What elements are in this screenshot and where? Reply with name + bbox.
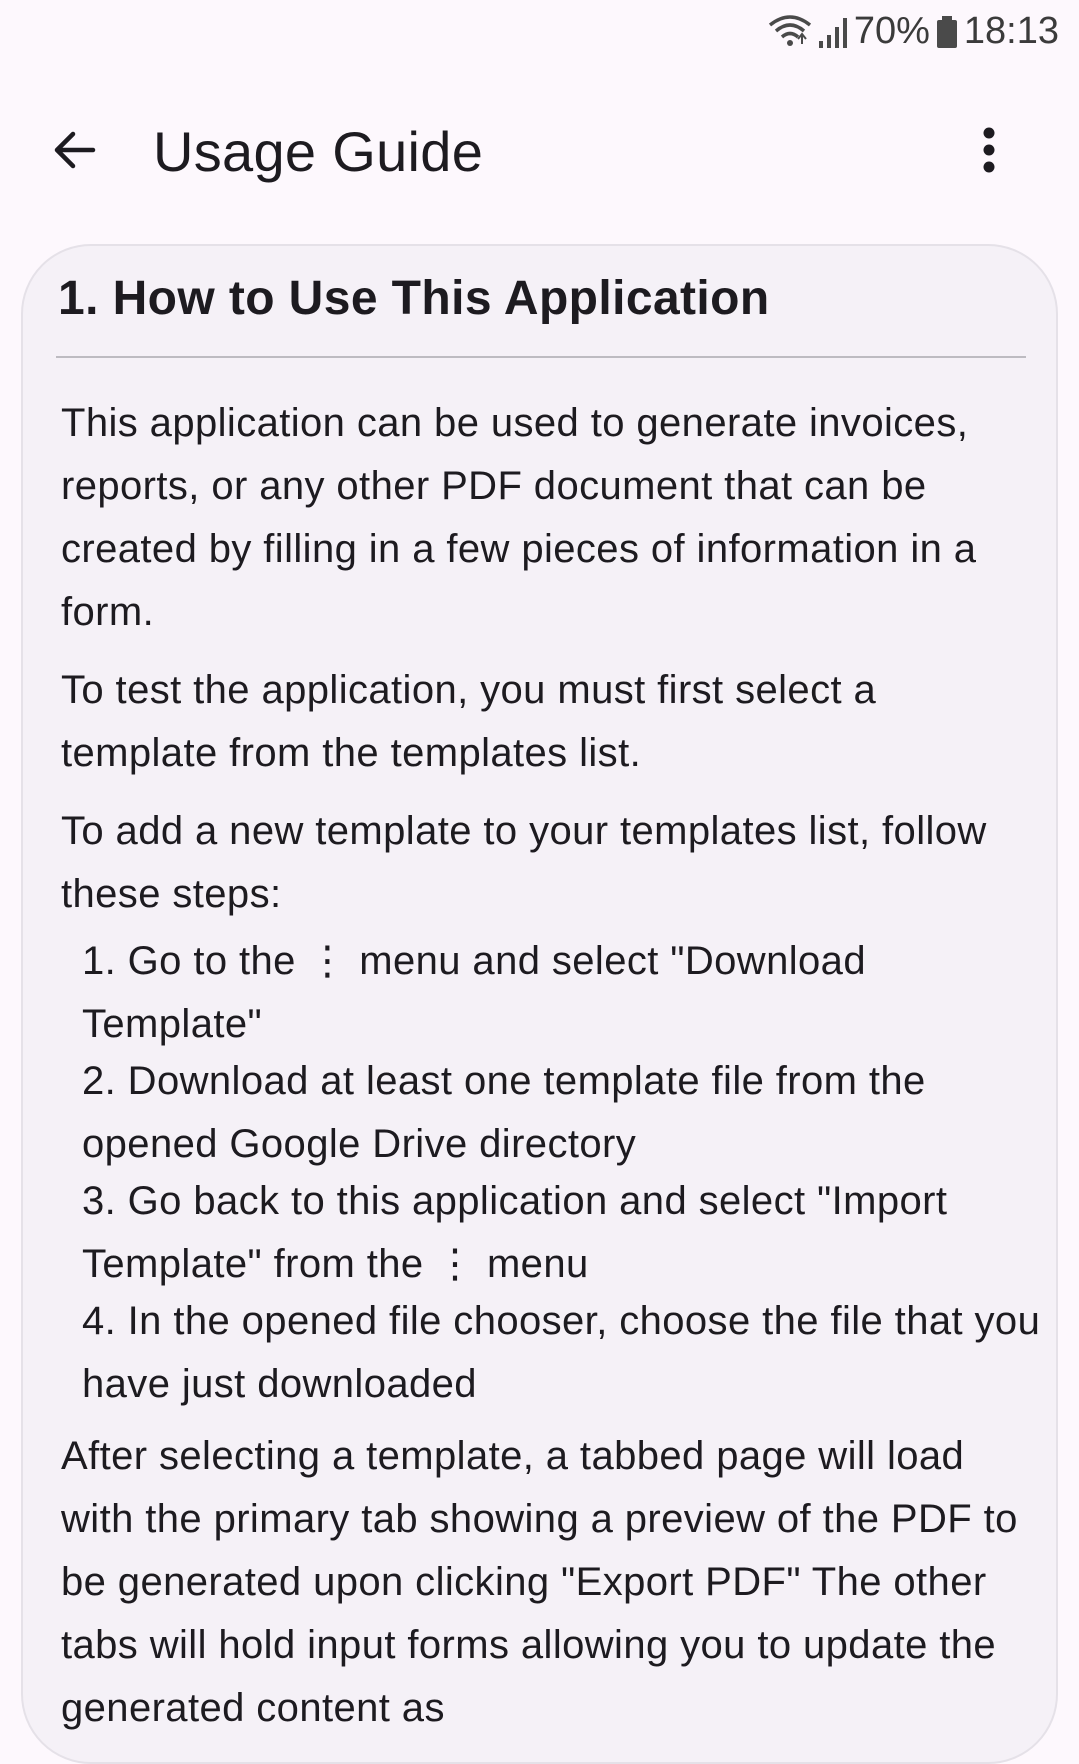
arrow-back-icon bbox=[53, 128, 97, 177]
paragraph-add-template: To add a new template to your templates … bbox=[61, 809, 987, 916]
battery-icon bbox=[936, 15, 958, 49]
steps-list: 1. Go to the ⋮ menu and select "Download… bbox=[82, 930, 1041, 1416]
step-item: 4. In the opened file chooser, choose th… bbox=[82, 1299, 1041, 1406]
step-item: 2. Download at least one template file f… bbox=[82, 1059, 926, 1166]
page-title: Usage Guide bbox=[153, 120, 484, 183]
step-item: 1. Go to the ⋮ menu and select "Download… bbox=[82, 939, 866, 1046]
wifi-icon bbox=[768, 14, 812, 49]
section-title: 1. How to Use This Application bbox=[58, 272, 770, 325]
more-vert-icon bbox=[982, 127, 996, 178]
status-indicators: 70% 18:13 bbox=[768, 10, 1059, 53]
signal-icon bbox=[818, 15, 848, 49]
paragraph-test: To test the application, you must first … bbox=[61, 668, 877, 775]
battery-level: 70% bbox=[853, 10, 930, 52]
paragraph-intro: This application can be used to generate… bbox=[61, 401, 977, 634]
guide-card: 1. How to Use This Application This appl… bbox=[21, 244, 1058, 1764]
back-button[interactable] bbox=[35, 112, 115, 192]
top-app-bar: Usage Guide bbox=[0, 90, 1079, 210]
status-bar: 70% 18:13 bbox=[0, 0, 1079, 70]
section-body: This application can be used to generate… bbox=[61, 392, 1041, 1755]
clock: 18:13 bbox=[963, 10, 1059, 52]
more-options-button[interactable] bbox=[949, 112, 1029, 192]
paragraph-after-selecting: After selecting a template, a tabbed pag… bbox=[61, 1434, 1018, 1730]
divider bbox=[56, 356, 1026, 358]
step-item: 3. Go back to this application and selec… bbox=[82, 1179, 948, 1286]
